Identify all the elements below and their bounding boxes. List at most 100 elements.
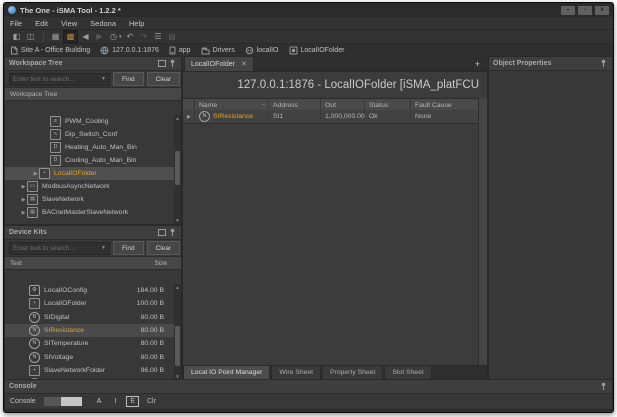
tree-item[interactable]: ∿ Dip_Switch_Conf: [5, 128, 174, 141]
device-kits-scrollbar[interactable]: ▲ ▼: [174, 284, 181, 380]
title-bar: The One - iSMA Tool - 1.2.2 * – ▫ x: [4, 3, 613, 17]
list-item[interactable]: N SIVoltage 80.00 B: [5, 350, 174, 363]
close-tab-icon[interactable]: ✕: [241, 60, 247, 68]
menu-file[interactable]: File: [10, 19, 22, 28]
undo-icon[interactable]: ↶: [124, 31, 137, 42]
document-tabstrip: LocalIOFolder ✕ +: [182, 56, 486, 71]
app-icon: [169, 46, 176, 55]
workspace-search-input[interactable]: [13, 76, 101, 83]
menu-view[interactable]: View: [61, 19, 77, 28]
console-filter-all[interactable]: A: [94, 397, 105, 406]
tab-wire-sheet[interactable]: Wire Sheet: [271, 366, 321, 380]
table-scrollbar[interactable]: [478, 98, 487, 366]
pin-icon[interactable]: [168, 59, 177, 68]
device-kits-columns: Text Size: [5, 256, 181, 270]
device-kits-clear-button[interactable]: Clear: [147, 241, 181, 255]
scroll-up-icon[interactable]: ▲: [174, 284, 181, 291]
device-kits-find-button[interactable]: Find: [113, 241, 144, 255]
menu-help[interactable]: Help: [129, 19, 144, 28]
workspace-clear-button[interactable]: Clear: [147, 72, 181, 86]
float-panel-icon[interactable]: [157, 228, 166, 237]
print-icon[interactable]: ▤: [166, 31, 179, 42]
workspace-find-button[interactable]: Find: [113, 72, 144, 86]
component-icon: ∿: [50, 129, 61, 140]
list-item[interactable]: B SIDigital 80.00 B: [5, 311, 174, 324]
table-row[interactable]: ▶ N SIResistance SI1 1,000,000.00 Ok Non…: [183, 110, 479, 124]
tree-item[interactable]: ▶ ▭ ModbusAsyncNetwork: [5, 180, 174, 193]
close-button[interactable]: x: [595, 6, 609, 15]
list-item-selected[interactable]: N SIResistance 80.00 B: [5, 324, 174, 337]
breadcrumb-drivers[interactable]: Drivers: [201, 46, 235, 55]
console-clear-button[interactable]: Clr: [144, 397, 159, 406]
workspace-scrollbar[interactable]: ▲ ▼: [174, 115, 181, 224]
workspace-search-row: ▼ Find Clear: [5, 71, 181, 87]
console-header: Console: [5, 380, 612, 394]
minimize-button[interactable]: –: [561, 6, 575, 15]
tree-item[interactable]: D Heating_Auto_Man_Bin: [5, 141, 174, 154]
numeric-point-icon: N: [29, 352, 40, 363]
toggle-bottom-panel-icon[interactable]: ◫: [24, 31, 37, 42]
sort-indicator-icon[interactable]: –: [262, 102, 265, 108]
forward-icon[interactable]: ▶: [93, 31, 106, 42]
device-kits-search-input[interactable]: [13, 245, 101, 252]
chevron-down-icon[interactable]: ▼: [101, 76, 106, 82]
tree-item[interactable]: ▶ ▤ BACnetMasterSlaveNetwork: [5, 206, 174, 219]
menu-edit[interactable]: Edit: [35, 19, 48, 28]
tree-item[interactable]: ▶ ▤ SlaveNetwork: [5, 193, 174, 206]
list-icon[interactable]: ☰: [152, 31, 165, 42]
io-folder-icon: [289, 46, 298, 55]
numeric-point-icon: N: [29, 325, 40, 336]
history-caret-icon[interactable]: ▾: [119, 34, 122, 40]
object-properties-panel: Object Properties: [488, 56, 613, 381]
pin-icon[interactable]: [599, 382, 608, 391]
tree-item[interactable]: ≡ PWM_Cooling: [5, 115, 174, 128]
expander-icon[interactable]: ▶: [20, 210, 27, 216]
tab-local-io-point-manager[interactable]: Local IO Point Manager: [183, 366, 270, 380]
add-tab-icon[interactable]: +: [475, 59, 480, 69]
column-size[interactable]: Size: [154, 260, 167, 267]
redo-icon[interactable]: ↷: [138, 31, 151, 42]
list-item[interactable]: ⚙ LocalIOConfig 184.00 B: [5, 284, 174, 297]
gear-icon: ⚙: [29, 285, 40, 296]
breadcrumb-site[interactable]: Site A - Office Building: [10, 46, 90, 55]
local-io-point-manager: 127.0.0.1:1876 - LocalIOFolder [iSMA_pla…: [182, 71, 488, 381]
breadcrumb-app[interactable]: app: [169, 46, 191, 55]
breadcrumb-folder[interactable]: LocalIOFolder: [289, 46, 345, 55]
kit-grid-active-icon[interactable]: ▩: [63, 30, 78, 43]
back-icon[interactable]: ◀: [79, 31, 92, 42]
scroll-down-icon[interactable]: ▼: [174, 217, 181, 224]
breadcrumb-device[interactable]: 127.0.0.1:1876: [100, 46, 159, 55]
io-folder-icon: ▪: [29, 298, 40, 309]
expander-icon[interactable]: ▶: [20, 197, 27, 203]
tab-localiofolder[interactable]: LocalIOFolder ✕: [184, 56, 254, 71]
workspace-tree-column-header[interactable]: Workspace Tree: [5, 87, 181, 101]
console-filter-info[interactable]: I: [111, 397, 119, 406]
toggle-left-panel-icon[interactable]: ◧: [10, 31, 23, 42]
tab-slot-sheet[interactable]: Slot Sheet: [384, 366, 431, 380]
cell-name: N SIResistance: [195, 110, 269, 123]
chevron-down-icon[interactable]: ▼: [101, 245, 106, 251]
plug-icon: [245, 46, 254, 55]
list-item[interactable]: N SITemperature 80.00 B: [5, 337, 174, 350]
float-panel-icon[interactable]: [157, 59, 166, 68]
column-text[interactable]: Text: [10, 260, 22, 267]
tree-item-selected[interactable]: ▶ ▪ LocalIOFolder: [5, 167, 174, 180]
expander-icon[interactable]: ▶: [20, 184, 27, 190]
maximize-button[interactable]: ▫: [578, 6, 592, 15]
network-icon: ▤: [27, 207, 38, 218]
device-kits-panel: Device Kits ▼ Find Clear Text Size ⚙ Loc…: [4, 225, 182, 381]
tree-item[interactable]: D Cooling_Auto_Man_Bin: [5, 154, 174, 167]
breadcrumb-localio[interactable]: localIO: [245, 46, 279, 55]
pin-icon[interactable]: [599, 59, 608, 68]
pin-icon[interactable]: [168, 228, 177, 237]
menu-sedona[interactable]: Sedona: [90, 19, 116, 28]
view-tabs: Local IO Point Manager Wire Sheet Proper…: [183, 365, 487, 380]
list-item[interactable]: ▪ SlaveNetworkFolder 96.00 B: [5, 364, 174, 377]
cell-status: Ok: [365, 110, 411, 123]
tab-property-sheet[interactable]: Property Sheet: [322, 366, 383, 380]
list-item[interactable]: ▪ LocalIOFolder 100.00 B: [5, 297, 174, 310]
scroll-up-icon[interactable]: ▲: [174, 115, 181, 122]
expander-icon[interactable]: ▶: [32, 171, 39, 177]
kit-grid-icon[interactable]: ▦: [49, 31, 62, 42]
console-filter-error[interactable]: E: [126, 396, 139, 407]
